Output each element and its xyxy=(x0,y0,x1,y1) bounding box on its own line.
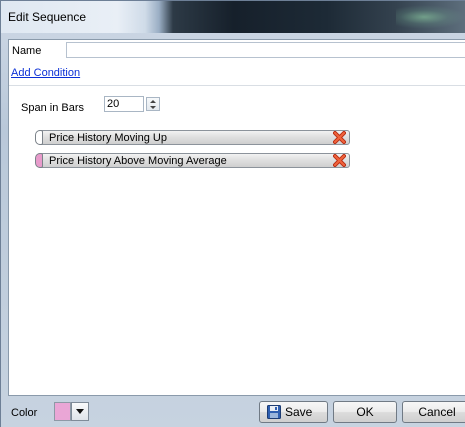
name-label: Name xyxy=(12,45,42,57)
condition-item[interactable]: Price History Moving Up xyxy=(35,130,350,145)
condition-color-swatch xyxy=(35,130,43,145)
span-spinner[interactable] xyxy=(146,97,160,111)
form-panel: Name Add Condition Span in Bars Price Hi… xyxy=(8,39,465,396)
edit-sequence-window: Edit Sequence Name Add Condition Span in… xyxy=(0,0,465,427)
remove-condition-icon[interactable] xyxy=(333,154,346,167)
color-label: Color xyxy=(11,407,38,419)
color-swatch[interactable] xyxy=(54,402,71,421)
floppy-disk-icon xyxy=(267,405,281,419)
spinner-down-icon[interactable] xyxy=(150,106,156,109)
condition-color-swatch xyxy=(35,153,43,168)
chevron-down-icon xyxy=(76,409,84,414)
window-title: Edit Sequence xyxy=(8,10,87,24)
save-label: Save xyxy=(285,405,313,419)
footer-bar: Color Save OK Cancel xyxy=(8,399,465,425)
condition-label: Price History Moving Up xyxy=(49,132,167,144)
cancel-button[interactable]: Cancel xyxy=(402,401,465,423)
title-bar-glow xyxy=(396,5,465,29)
span-in-bars-label: Span in Bars xyxy=(21,102,84,114)
divider xyxy=(9,85,465,86)
spinner-up-icon[interactable] xyxy=(150,100,156,103)
color-dropdown-button[interactable] xyxy=(71,402,89,421)
span-in-bars-input[interactable] xyxy=(104,96,144,112)
save-button[interactable]: Save xyxy=(259,401,328,423)
ok-button[interactable]: OK xyxy=(333,401,397,423)
name-input[interactable] xyxy=(66,42,465,58)
name-row: Name xyxy=(9,40,465,62)
remove-condition-icon[interactable] xyxy=(333,131,346,144)
condition-label: Price History Above Moving Average xyxy=(49,155,227,167)
title-bar[interactable]: Edit Sequence xyxy=(1,1,465,33)
condition-item[interactable]: Price History Above Moving Average xyxy=(35,153,350,168)
add-condition-link[interactable]: Add Condition xyxy=(11,67,80,79)
